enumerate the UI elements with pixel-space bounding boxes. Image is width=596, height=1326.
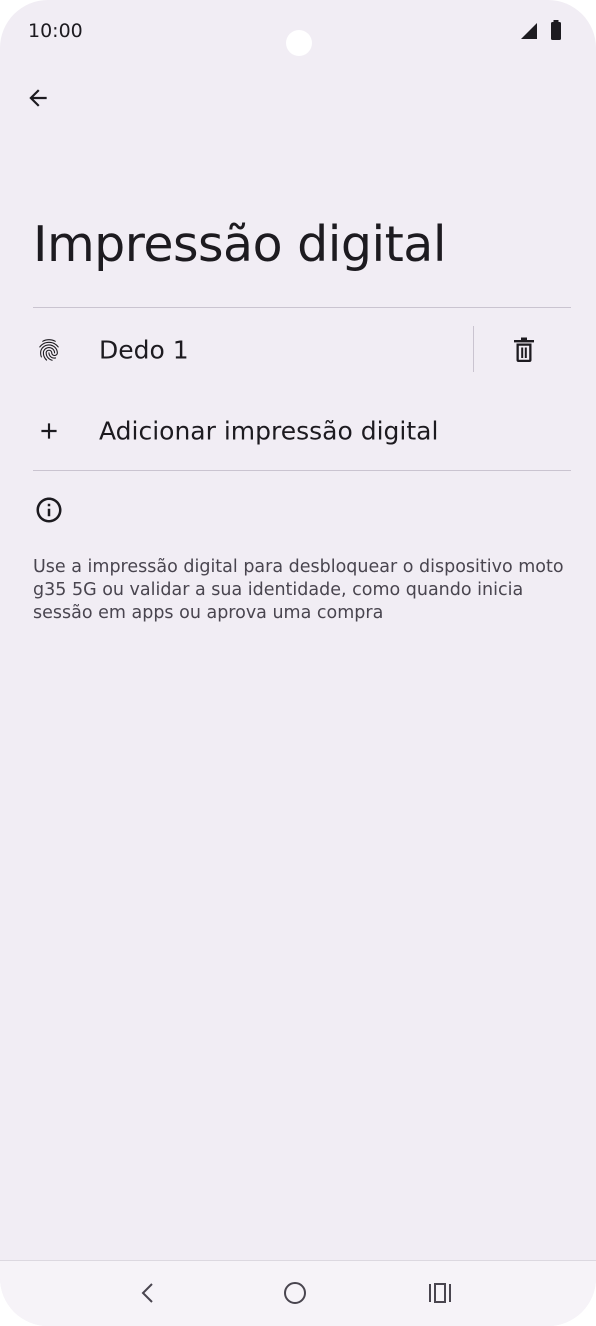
battery-icon [551, 20, 561, 40]
recents-icon [429, 1283, 451, 1303]
camera-cutout [286, 30, 312, 56]
fingerprint-icon [34, 335, 64, 365]
info-icon [36, 497, 62, 523]
delete-fingerprint-button[interactable] [500, 326, 548, 374]
nav-back-button[interactable] [120, 1269, 176, 1317]
phone-screen: 10:00 Impressão digital Dedo 1 Adicionar… [0, 0, 596, 1326]
back-button[interactable] [14, 74, 62, 122]
add-fingerprint-label: Adicionar impressão digital [99, 416, 439, 446]
divider [33, 307, 571, 308]
divider [33, 470, 571, 471]
nav-home-button[interactable] [267, 1269, 323, 1317]
back-icon [141, 1283, 153, 1303]
trash-icon [514, 337, 534, 362]
fingerprint-label: Dedo 1 [99, 335, 189, 365]
vertical-divider [473, 326, 474, 372]
signal-icon [521, 23, 537, 39]
arrow-left-icon [29, 89, 47, 107]
status-time: 10:00 [28, 20, 83, 42]
add-fingerprint-item[interactable]: Adicionar impressão digital [0, 392, 596, 470]
home-icon [284, 1282, 306, 1304]
info-text: Use a impressão digital para desbloquear… [33, 557, 564, 623]
nav-recents-button[interactable] [412, 1269, 468, 1317]
plus-icon [34, 416, 64, 446]
navigation-bar [0, 1260, 596, 1326]
page-title: Impressão digital [33, 216, 446, 273]
status-bar: 10:00 [0, 0, 596, 64]
